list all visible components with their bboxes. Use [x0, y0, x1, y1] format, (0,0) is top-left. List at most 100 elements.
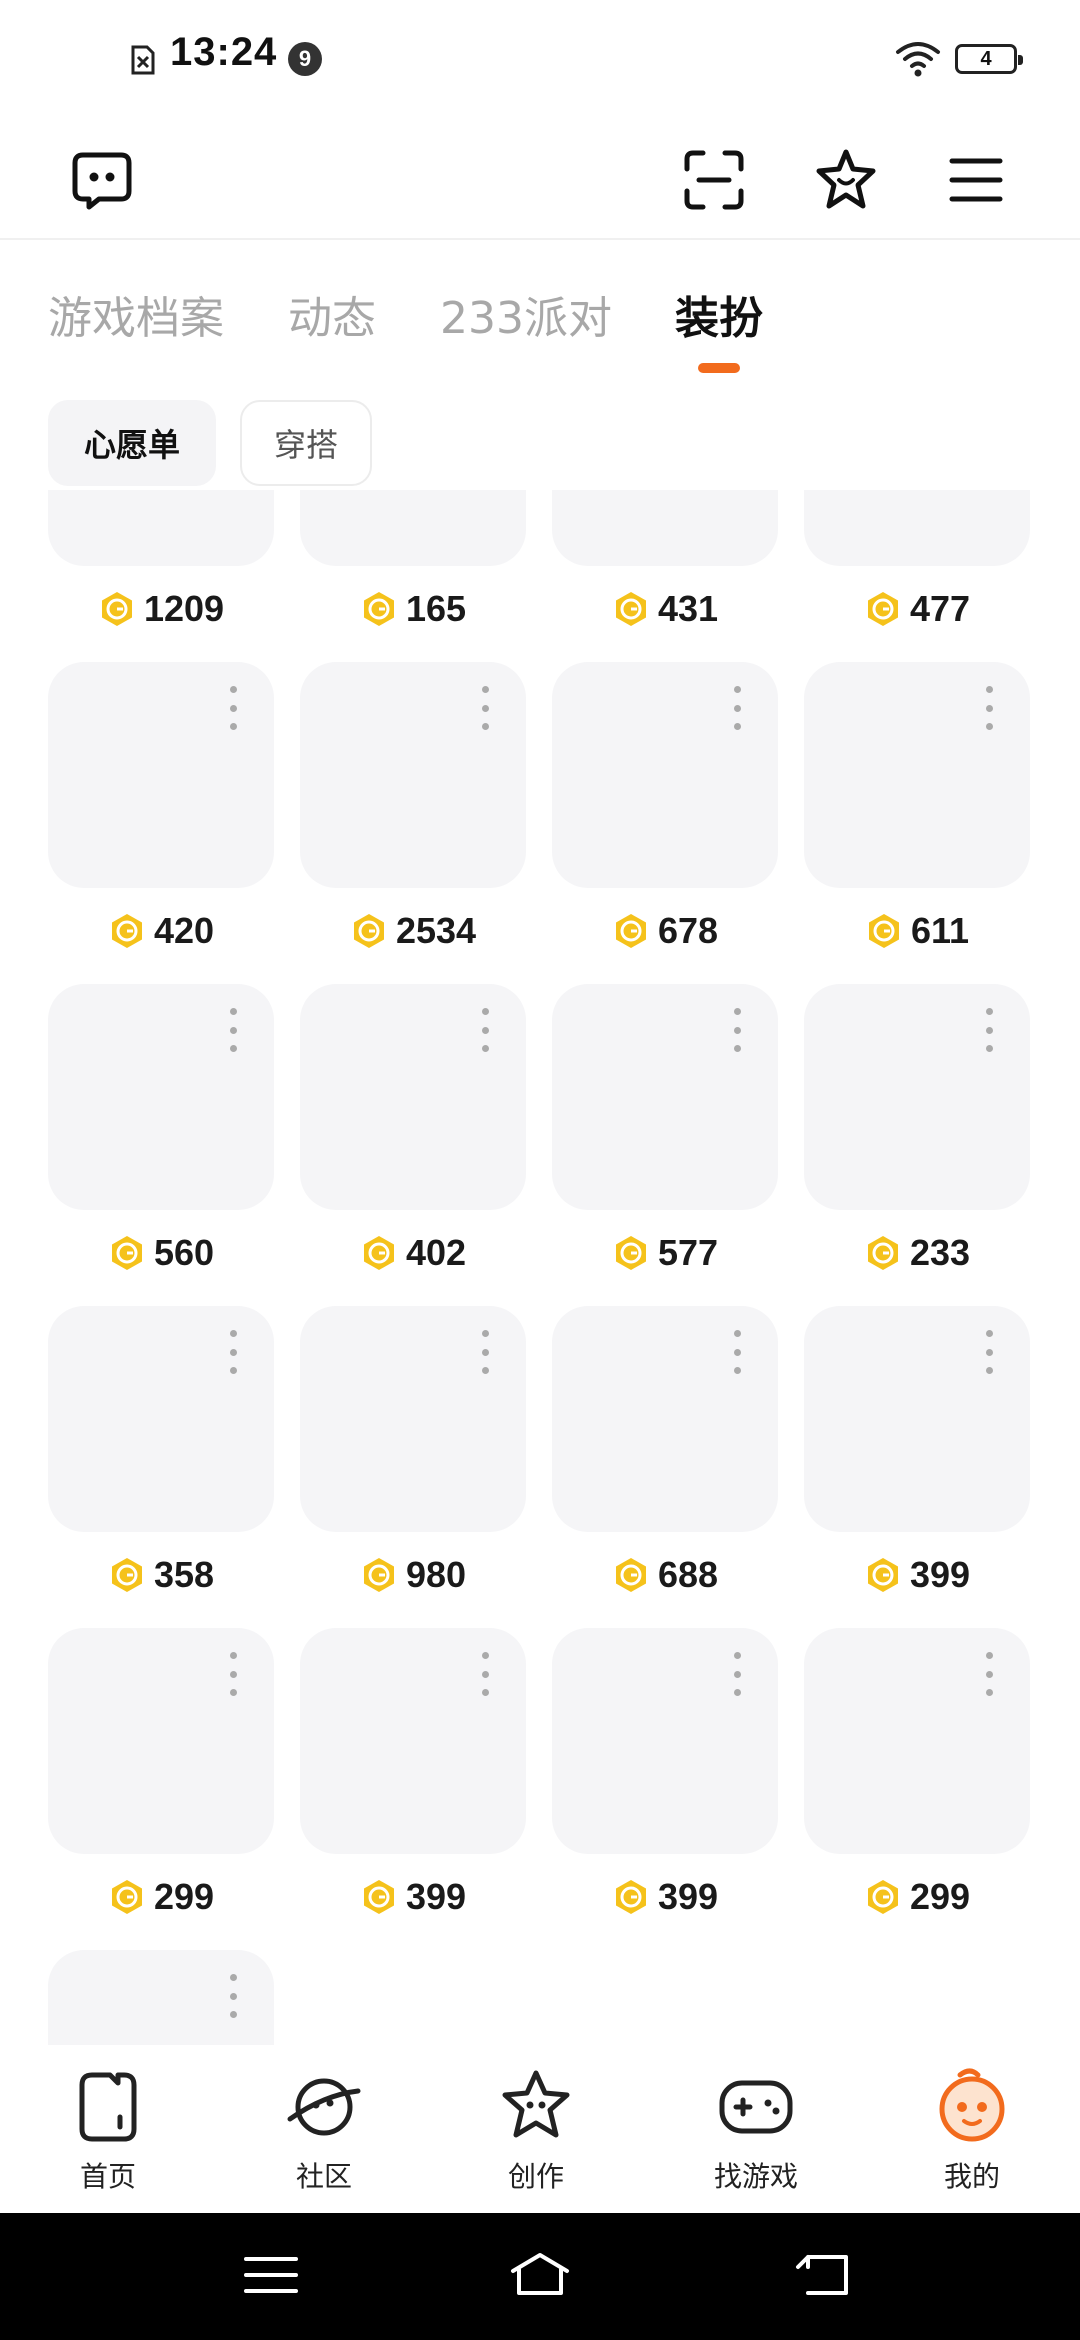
nav-community[interactable]: 社区 [244, 2065, 404, 2205]
item-price: 678 [552, 906, 778, 956]
red-bag-item-thumbnail[interactable] [48, 1628, 274, 1854]
more-options-icon[interactable] [228, 1008, 238, 1052]
chip-wishlist[interactable]: 心愿单 [48, 400, 216, 486]
chat-bubble-icon[interactable] [62, 140, 142, 220]
more-options-icon[interactable] [480, 1008, 490, 1052]
brown-wavy-hair-item-thumbnail[interactable] [48, 984, 274, 1210]
item-price: 399 [552, 1872, 778, 1922]
item-price: 560 [48, 1228, 274, 1278]
coin-icon [615, 1880, 646, 1914]
item-price: 2534 [300, 906, 526, 956]
wishlist-item[interactable]: 980 [300, 1306, 526, 1628]
black-ponytail-hair-item-thumbnail[interactable] [300, 1628, 526, 1854]
top-bar [0, 120, 1080, 240]
wishlist-grid: 1209 165 431 477 420 2534 678 611 560 402 577 233 35… [48, 490, 1032, 2045]
coin-icon [363, 1558, 394, 1592]
price-value: 980 [405, 1554, 467, 1595]
accessory-item-thumbnail[interactable] [300, 490, 526, 566]
more-options-icon[interactable] [480, 686, 490, 730]
white-gown-item-thumbnail[interactable] [300, 662, 526, 888]
nav-create[interactable]: 创作 [456, 2065, 616, 2205]
wishlist-item[interactable]: 688 [552, 1306, 778, 1628]
blue-bow-item-thumbnail[interactable] [804, 984, 1030, 1210]
more-options-icon[interactable] [480, 1330, 490, 1374]
nav-home-label: 首页 [79, 2160, 136, 2193]
wishlist-item[interactable]: 431 [552, 490, 778, 662]
price-value: 678 [657, 910, 719, 951]
more-options-icon[interactable] [228, 1974, 238, 2018]
wishlist-item[interactable]: 678 [552, 662, 778, 984]
more-options-icon[interactable] [984, 1008, 994, 1052]
wishlist-item[interactable]: 477 [804, 490, 1030, 662]
wishlist-item[interactable]: 299 [804, 1628, 1030, 1950]
wishlist-item[interactable]: 1209 [48, 490, 274, 662]
menu-icon[interactable] [936, 140, 1016, 220]
notification-badge: 9 [288, 42, 322, 76]
wishlist-item[interactable]: 299 [48, 1628, 274, 1950]
wishlist-item[interactable]: 233 [804, 984, 1030, 1306]
wishlist-item[interactable]: 399 [300, 1628, 526, 1950]
sparkle-effect-item-thumbnail[interactable] [804, 490, 1030, 566]
chip-outfit[interactable]: 穿搭 [240, 400, 372, 486]
blue-magic-circle-item-thumbnail[interactable] [552, 984, 778, 1210]
nav-home[interactable]: 首页 [28, 2065, 188, 2205]
golden-dress-item-thumbnail[interactable] [804, 662, 1030, 888]
red-sneakers-item-thumbnail[interactable] [804, 1306, 1030, 1532]
more-options-icon[interactable] [228, 1330, 238, 1374]
status-bar: 13:24 9 4 [0, 0, 1080, 120]
wishlist-item[interactable]: 560 [48, 984, 274, 1306]
coin-icon [615, 914, 646, 948]
coin-icon [867, 1236, 898, 1270]
partial-item-thumbnail[interactable] [48, 1950, 274, 2045]
home-system-icon[interactable] [505, 2245, 575, 2305]
pink-cat-outfit-item-thumbnail[interactable] [552, 1306, 778, 1532]
tab-activity[interactable]: 动态 [288, 282, 376, 346]
wishlist-item[interactable]: 165 [300, 490, 526, 662]
more-options-icon[interactable] [228, 1652, 238, 1696]
more-options-icon[interactable] [984, 1330, 994, 1374]
more-options-icon[interactable] [984, 1652, 994, 1696]
more-options-icon[interactable] [984, 686, 994, 730]
wishlist-item[interactable]: 577 [552, 984, 778, 1306]
item-price: 402 [300, 1228, 526, 1278]
wishlist-item[interactable]: 611 [804, 662, 1030, 984]
star-shop-icon[interactable] [806, 140, 886, 220]
gamepad-icon [719, 2080, 793, 2134]
more-options-icon[interactable] [480, 1652, 490, 1696]
blue-dress-item-thumbnail[interactable] [300, 1306, 526, 1532]
nav-find-games[interactable]: 找游戏 [676, 2065, 836, 2205]
wishlist-item[interactable] [48, 1950, 274, 2045]
more-options-icon[interactable] [732, 1652, 742, 1696]
tab-game-archive[interactable]: 游戏档案 [48, 282, 224, 346]
more-options-icon[interactable] [228, 686, 238, 730]
wishlist-grid-viewport[interactable]: 1209 165 431 477 420 2534 678 611 560 402 577 233 35… [0, 490, 1080, 2045]
crystal-shoes-item-thumbnail[interactable] [48, 1306, 274, 1532]
nav-community-label: 社区 [295, 2160, 352, 2193]
veil-item-thumbnail[interactable] [300, 984, 526, 1210]
wishlist-item[interactable]: 420 [48, 662, 274, 984]
red-black-skirt-item-thumbnail[interactable] [552, 1628, 778, 1854]
tab-dress-up[interactable]: 装扮 [675, 282, 763, 346]
wishlist-item[interactable]: 2534 [300, 662, 526, 984]
red-beret-item-thumbnail[interactable] [804, 1628, 1030, 1854]
more-options-icon[interactable] [732, 1330, 742, 1374]
hair-item-thumbnail[interactable] [48, 490, 274, 566]
back-system-icon[interactable] [790, 2245, 860, 2305]
tab-233-party[interactable]: 233派对 [440, 282, 612, 346]
wishlist-item[interactable]: 399 [804, 1306, 1030, 1628]
nav-create-label: 创作 [507, 2160, 564, 2193]
system-navigation-bar [0, 2213, 1080, 2340]
more-options-icon[interactable] [732, 686, 742, 730]
white-heels-item-thumbnail[interactable] [48, 662, 274, 888]
wishlist-item[interactable]: 402 [300, 984, 526, 1306]
nav-mine[interactable]: 我的 [892, 2065, 1052, 2205]
wishlist-item[interactable]: 399 [552, 1628, 778, 1950]
scan-icon[interactable] [674, 140, 754, 220]
accessory-item-thumbnail[interactable] [552, 490, 778, 566]
more-options-icon[interactable] [732, 1008, 742, 1052]
black-long-hair-item-thumbnail[interactable] [552, 662, 778, 888]
wishlist-item[interactable]: 358 [48, 1306, 274, 1628]
coin-icon [363, 592, 394, 626]
item-price: 233 [804, 1228, 1030, 1278]
recent-apps-icon[interactable] [236, 2245, 306, 2305]
